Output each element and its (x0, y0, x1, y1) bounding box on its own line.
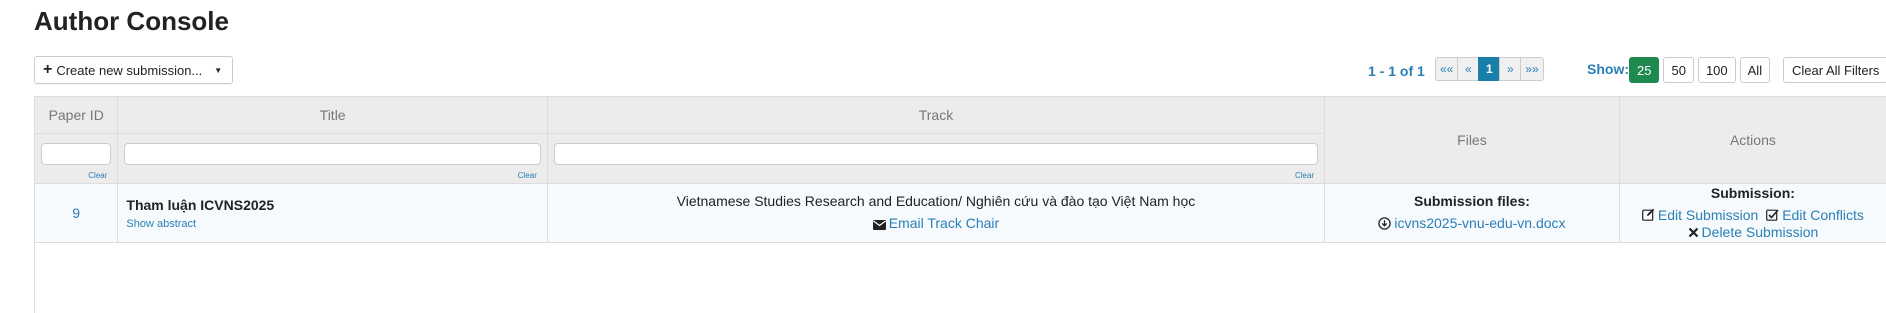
submission-actions-heading: Submission: (1710, 184, 1795, 201)
column-header-actions: Actions (1619, 97, 1886, 184)
first-page-button[interactable]: «« (1435, 57, 1459, 81)
submission-actions: Edit Submission Edit Conflicts Delete Su… (1620, 207, 1886, 242)
column-header-track[interactable]: Track (547, 97, 1326, 134)
edit-conflicts-label: Edit Conflicts (1782, 206, 1864, 223)
email-track-chair-label: Email Track Chair (888, 215, 1000, 232)
last-page-button[interactable]: »» (1520, 57, 1544, 81)
pagination-info: 1 - 1 of 1 (1368, 63, 1425, 79)
prev-page-button[interactable]: « (1457, 57, 1480, 81)
page-size-50-button[interactable]: 50 (1663, 57, 1694, 83)
envelope-icon (872, 217, 886, 233)
track-filter-clear[interactable]: Clear (1295, 171, 1314, 180)
submission-file-link[interactable]: icvns2025-vnu-edu-vn.docx (1325, 215, 1619, 232)
create-submission-button[interactable]: + Create new submission... ▼ (34, 56, 234, 84)
delete-submission-link[interactable]: Delete Submission (1688, 224, 1819, 241)
table-row: 9 Tham luận ICVNS2025 Show abstract Viet… (35, 183, 1886, 243)
edit-submission-link[interactable]: Edit Submission (1642, 207, 1762, 223)
checkbox-icon (1766, 208, 1779, 224)
page-title: Author Console (34, 6, 229, 36)
track-name: Vietnamese Studies Research and Educatio… (676, 193, 1196, 210)
paper-title: Tham luận ICVNS2025 (126, 196, 275, 213)
paper-id-filter-clear[interactable]: Clear (88, 171, 107, 180)
page-1-button[interactable]: 1 (1478, 57, 1501, 81)
submissions-table: Paper ID Title Track Files Actions Clear… (35, 97, 1886, 243)
page-size-25-button[interactable]: 25 (1629, 57, 1660, 83)
column-header-title[interactable]: Title (117, 97, 548, 134)
clear-all-filters-button[interactable]: Clear All Filters (1783, 57, 1886, 83)
x-icon (1688, 225, 1699, 241)
title-filter-input[interactable] (124, 143, 541, 165)
edit-submission-label: Edit Submission (1657, 206, 1759, 223)
submission-file-name: icvns2025-vnu-edu-vn.docx (1394, 215, 1566, 232)
paper-id-cell: 9 (35, 183, 119, 243)
page-size-options: 25 50 100 All (1629, 57, 1771, 83)
submission-files-heading: Submission files: (1413, 193, 1530, 210)
files-cell: Submission files: icvns2025-vnu-edu-vn.d… (1324, 183, 1620, 243)
column-header-paper-id[interactable]: Paper ID (35, 97, 119, 134)
download-circle-icon (1378, 216, 1392, 233)
filter-cell-track: Clear (547, 133, 1326, 184)
submissions-grid: Paper ID Title Track Files Actions Clear… (34, 96, 1886, 313)
page-size-all-button[interactable]: All (1739, 57, 1771, 83)
show-abstract-link[interactable]: Show abstract (126, 218, 546, 230)
title-filter-clear[interactable]: Clear (518, 171, 537, 180)
title-cell: Tham luận ICVNS2025 Show abstract (117, 183, 548, 243)
edit-icon (1642, 208, 1655, 224)
paper-id-filter-input[interactable] (41, 143, 112, 165)
track-filter-input[interactable] (553, 143, 1319, 165)
track-cell: Vietnamese Studies Research and Educatio… (547, 183, 1326, 243)
email-track-chair-link[interactable]: Email Track Chair (548, 215, 1324, 232)
column-header-files: Files (1324, 97, 1620, 184)
caret-down-icon: ▼ (214, 65, 223, 75)
edit-conflicts-link[interactable]: Edit Conflicts (1766, 207, 1864, 223)
create-submission-label: Create new submission... (56, 62, 203, 78)
delete-submission-label: Delete Submission (1701, 224, 1819, 240)
filter-cell-paper-id: Clear (35, 133, 119, 184)
next-page-button[interactable]: » (1499, 57, 1522, 81)
page-size-100-button[interactable]: 100 (1697, 57, 1736, 83)
filter-cell-title: Clear (117, 133, 548, 184)
page-size-label: Show: (1587, 61, 1629, 77)
plus-icon: + (43, 61, 53, 78)
pagination: «« « 1 » »» (1435, 57, 1544, 81)
actions-cell: Submission: Edit Submission Edit Conflic… (1619, 183, 1886, 243)
